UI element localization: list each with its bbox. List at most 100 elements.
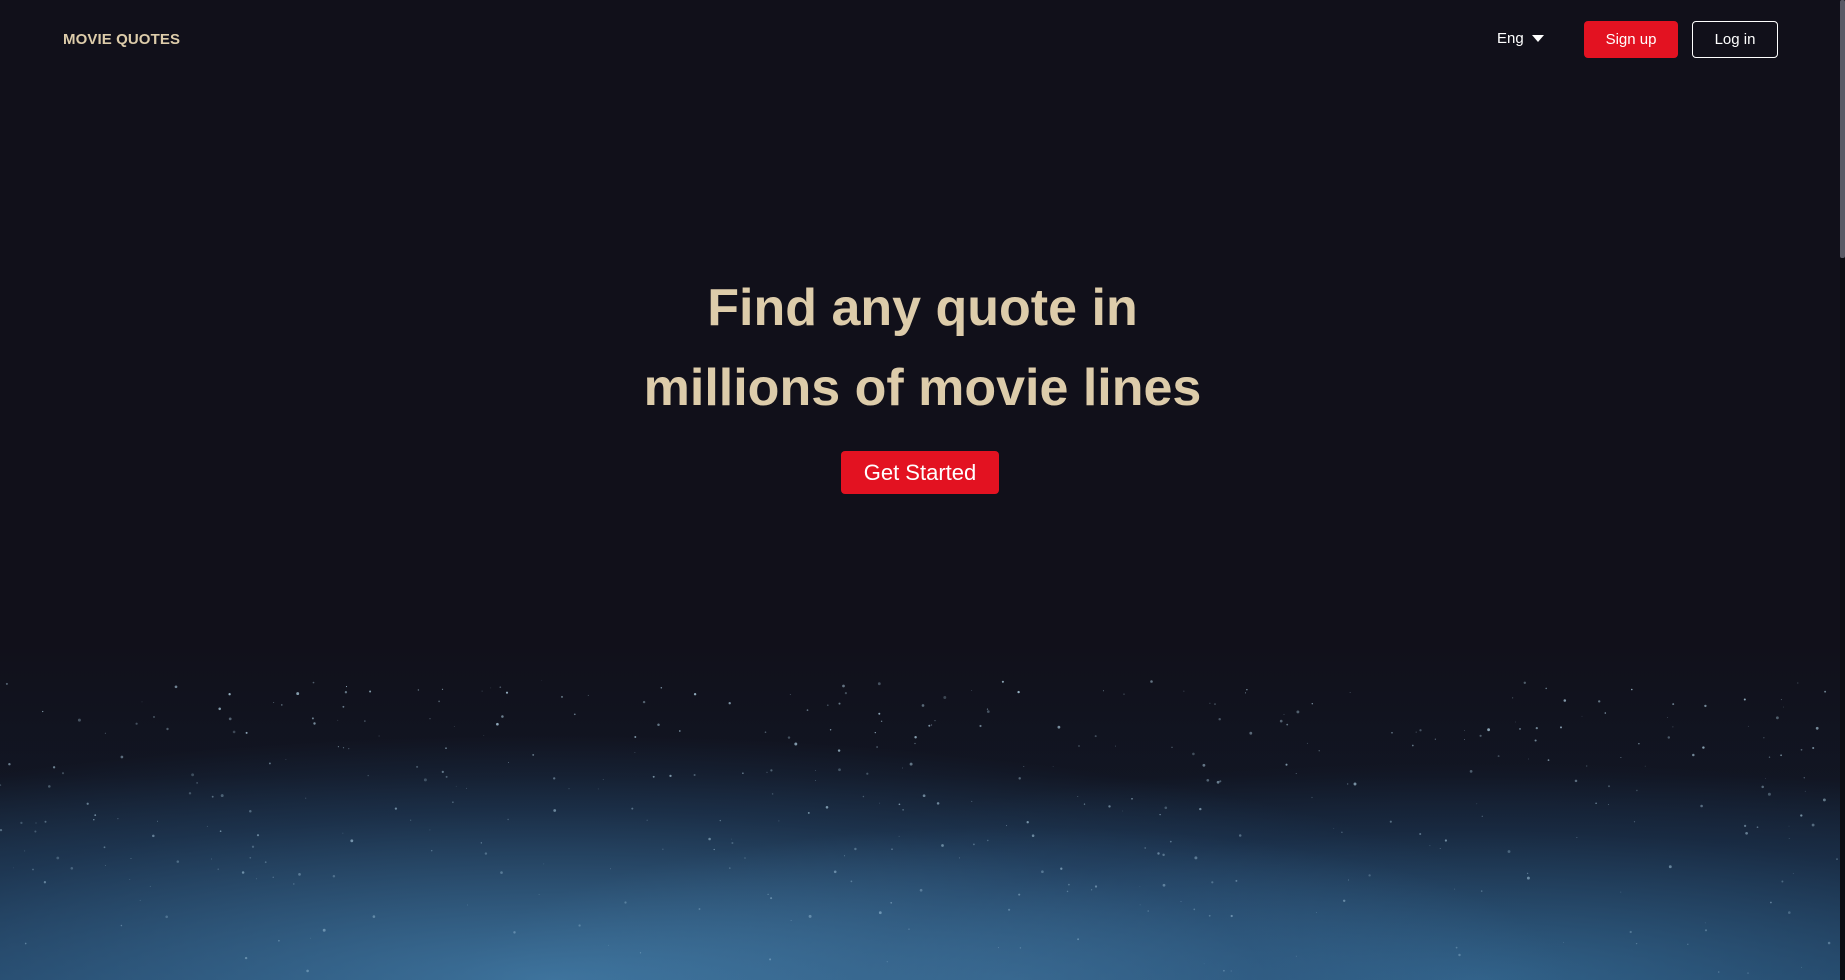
star-dot [657, 723, 660, 727]
star-dot [1507, 850, 1511, 853]
star-dot [1815, 726, 1819, 730]
star-dot [1052, 766, 1054, 768]
star-dot [778, 820, 780, 822]
star-dot [1318, 750, 1320, 752]
star-dot [219, 830, 222, 833]
star-dot [1429, 845, 1431, 847]
star-dot [742, 772, 744, 774]
star-dot [829, 729, 832, 731]
brand-logo[interactable]: MOVIE QUOTES [63, 31, 180, 48]
star-dot [1041, 870, 1044, 874]
star-dot [350, 839, 354, 843]
star-dot [484, 852, 488, 855]
star-dot [217, 868, 219, 870]
star-dot [1333, 828, 1335, 829]
star-dot [979, 724, 982, 728]
star-dot [1480, 890, 1483, 892]
star-dot [764, 731, 767, 733]
star-dot [1672, 726, 1674, 728]
star-dot [1547, 759, 1550, 761]
star-dot [1391, 732, 1393, 734]
star-dot [1476, 803, 1478, 805]
star-dot [1515, 721, 1516, 723]
star-dot [285, 759, 287, 761]
star-dot [921, 704, 925, 707]
star-dot [322, 928, 326, 932]
star-dot [766, 771, 768, 773]
star-dot [1638, 742, 1640, 745]
star-dot [174, 685, 178, 689]
star-dot [313, 722, 316, 725]
page-scrollbar[interactable] [1840, 0, 1845, 980]
star-dot [310, 937, 311, 939]
star-dot [560, 695, 564, 698]
star-dot [1770, 901, 1772, 904]
star-dot [1454, 888, 1456, 890]
star-dot [490, 687, 492, 689]
star-dot [1581, 715, 1583, 717]
star-dot [1781, 880, 1784, 883]
star-dot [129, 879, 131, 880]
star-dot [1629, 930, 1632, 934]
star-dot [922, 794, 926, 798]
star-dot [251, 845, 255, 848]
signup-button[interactable]: Sign up [1584, 21, 1678, 58]
star-dot [652, 775, 655, 778]
star-dot [312, 681, 315, 684]
star-dot [787, 736, 791, 739]
star-dot [1147, 910, 1149, 912]
star-dot [441, 770, 444, 774]
star-dot [166, 727, 169, 731]
star-dot [500, 871, 503, 874]
language-selector[interactable]: Eng [1497, 30, 1544, 47]
star-dot [337, 746, 339, 748]
star-dot [499, 686, 502, 689]
star-dot [1668, 865, 1672, 869]
star-dot [541, 679, 543, 681]
star-dot [191, 773, 195, 777]
star-dot [914, 742, 916, 745]
star-dot [1311, 702, 1314, 705]
star-dot [1704, 929, 1708, 932]
star-dot [1192, 752, 1195, 756]
star-dot [513, 931, 516, 934]
star-dot [1057, 725, 1061, 729]
star-dot [249, 809, 252, 813]
star-dot [410, 819, 412, 821]
star-dot [610, 868, 611, 870]
star-dot [866, 772, 869, 775]
star-dot [367, 774, 369, 777]
star-dot [1159, 813, 1161, 816]
star-dot [1171, 746, 1173, 748]
star-dot [24, 850, 26, 852]
star-dot [206, 825, 208, 827]
star-dot [1792, 873, 1794, 875]
star-dot [445, 775, 448, 778]
star-dot [452, 801, 454, 803]
get-started-button[interactable]: Get Started [841, 451, 999, 494]
star-dot [481, 690, 483, 692]
star-dot [42, 710, 44, 713]
star-dot [429, 829, 431, 831]
star-dot [344, 691, 348, 694]
star-dot [35, 822, 37, 824]
star-dot [228, 717, 232, 721]
star-dot [807, 811, 810, 814]
star-dot [842, 684, 845, 688]
star-dot [153, 716, 155, 718]
star-dot [693, 773, 696, 777]
star-dot [1765, 778, 1766, 780]
star-dot [241, 871, 245, 874]
scrollbar-thumb[interactable] [1840, 0, 1845, 258]
star-dot [1512, 697, 1514, 699]
star-dot [345, 686, 348, 688]
star-dot [1434, 738, 1436, 740]
star-dot [218, 707, 221, 711]
login-button[interactable]: Log in [1692, 21, 1778, 58]
star-dot [708, 837, 711, 841]
star-dot [1780, 699, 1782, 701]
star-dot [1767, 792, 1771, 796]
star-dot [5, 682, 8, 685]
star-dot [1667, 736, 1671, 739]
star-dot [669, 774, 672, 778]
